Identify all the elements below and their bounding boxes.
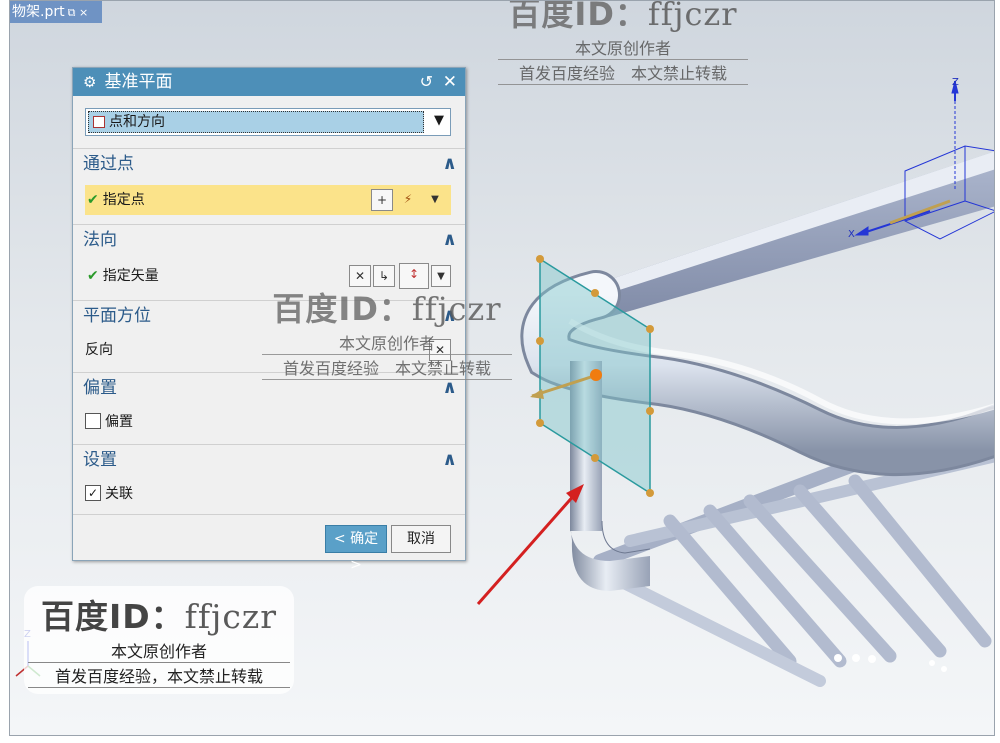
watermark-brand: 百度ID： [508, 0, 648, 33]
check-icon: ✔ [87, 192, 99, 208]
chevron-down-icon[interactable]: ▼ [434, 113, 444, 128]
watermark-top: 百度ID：ffjczr 本文原创作者 首发百度经验 本文禁止转载 [498, 0, 748, 85]
associative-checkbox[interactable]: ✓ [85, 485, 101, 501]
reset-icon[interactable]: ↺ [420, 68, 433, 96]
point-options-dropdown[interactable]: ▼ [425, 189, 445, 211]
tab-label: 物架.prt [12, 4, 65, 20]
section-through-point: 通过点 ∧ ✔ 指定点 + ⚡ ▼ [73, 148, 465, 222]
watermark-line2: 首发百度经验 本文禁止转载 [498, 59, 748, 85]
ok-button[interactable]: < 确定 > [325, 525, 387, 573]
tab-close-icon[interactable]: ⧉ × [68, 6, 89, 19]
section-title: 平面方位 [83, 306, 151, 326]
specify-point-label: 指定点 [102, 192, 145, 208]
offset-checkbox[interactable] [85, 413, 101, 429]
dialog-titlebar: ⚙ 基准平面 ↺ ✕ [73, 68, 465, 96]
collapse-icon[interactable]: ∧ [442, 149, 457, 179]
section-title: 通过点 [83, 154, 134, 174]
specify-vector-label: 指定矢量 [102, 268, 159, 284]
section-title: 偏置 [83, 378, 117, 398]
watermark-line2: 首发百度经验，本文禁止转载 [28, 662, 290, 688]
section-offset: 偏置 ∧ 偏置 [73, 372, 465, 442]
watermark-middle: 百度ID：ffjczr 本文原创作者 首发百度经验 本文禁止转载 [262, 284, 512, 380]
watermark-handle: ffjczr [184, 597, 277, 636]
watermark-line1: 本文原创作者 [338, 334, 435, 353]
check-icon: ✔ [87, 268, 99, 284]
rear-rail [575, 151, 994, 323]
close-icon[interactable]: ✕ [443, 68, 457, 96]
specify-point-row[interactable]: ✔ 指定点 + ⚡ ▼ [85, 185, 451, 215]
inferred-point-icon[interactable]: ⚡ [397, 189, 419, 211]
section-settings: 设置 ∧ ✓ 关联 [73, 444, 465, 514]
watermark-line1: 本文原创作者 [574, 39, 671, 58]
plane-type-value: 点和方向 [88, 111, 424, 133]
collapse-icon[interactable]: ∧ [442, 225, 457, 255]
offset-label: 偏置 [105, 414, 133, 430]
dialog-footer: < 确定 > 取消 [73, 514, 465, 573]
associative-checkbox-row[interactable]: ✓ 关联 [85, 479, 133, 509]
reverse-label: 反向 [85, 342, 113, 358]
section-title: 法向 [83, 230, 117, 250]
collapse-icon[interactable]: ∧ [442, 445, 457, 475]
associative-label: 关联 [105, 486, 133, 502]
point-dialog-icon[interactable]: + [371, 189, 393, 211]
watermark-line2: 首发百度经验 本文禁止转载 [262, 354, 512, 380]
gear-icon[interactable]: ⚙ [83, 73, 96, 91]
watermark-handle: ffjczr [411, 290, 502, 328]
section-header[interactable]: 法向 ∧ [73, 225, 465, 255]
watermark-line1: 本文原创作者 [110, 642, 207, 661]
tab-part-file[interactable]: 物架.prt ⧉ × [10, 1, 102, 23]
watermark-bottom-left: 百度ID：ffjczr 本文原创作者 首发百度经验，本文禁止转载 [24, 586, 294, 694]
plane-type-label: 点和方向 [109, 114, 165, 130]
viewport-frame: Z X Z 物架.prt⧉ × 百度ID：ffjczr 本文原创作者 首发百度经… [9, 0, 995, 736]
watermark-brand: 百度ID： [272, 290, 412, 328]
section-header[interactable]: 通过点 ∧ [73, 149, 465, 179]
watermark-brand: 百度ID： [41, 597, 185, 636]
annotation-arrow [476, 484, 584, 605]
x-axis-label: X [848, 229, 855, 240]
z-axis-label: Z [952, 77, 959, 88]
point-direction-icon [93, 116, 105, 128]
watermark-handle: ffjczr [647, 0, 738, 33]
dialog-title: 基准平面 [104, 72, 173, 92]
cancel-button[interactable]: 取消 [391, 525, 451, 553]
plane-type-select[interactable]: 点和方向 ▼ [85, 108, 451, 136]
section-title: 设置 [83, 450, 117, 470]
section-header[interactable]: 设置 ∧ [73, 445, 465, 475]
offset-checkbox-row[interactable]: 偏置 [85, 407, 133, 437]
